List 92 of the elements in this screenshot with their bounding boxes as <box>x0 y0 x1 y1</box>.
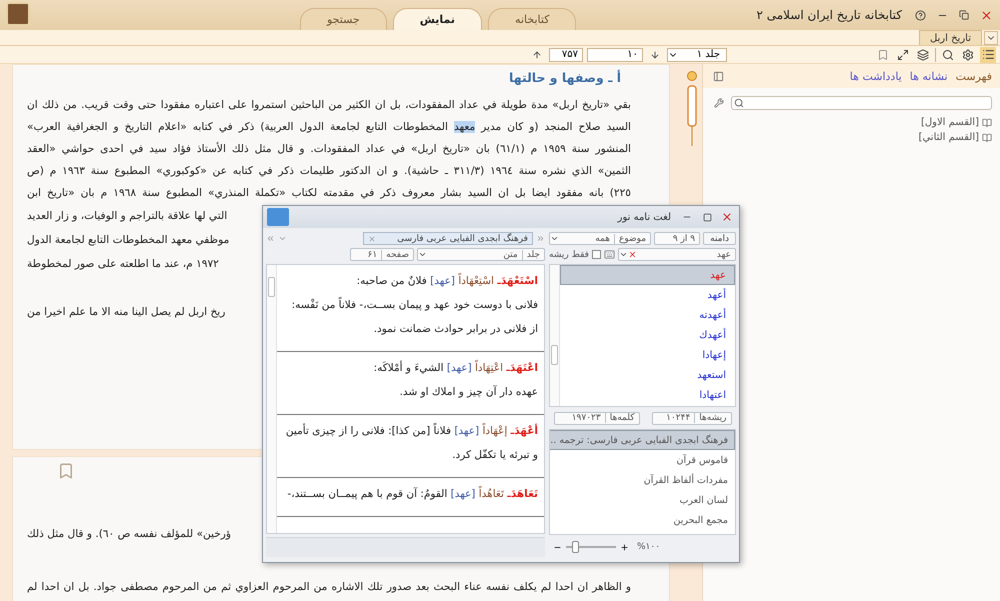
help-icon <box>914 10 926 20</box>
tree-item[interactable]: [القسم الثاني] <box>702 130 1000 145</box>
text-line: موظفي معهد المخطوطات التابع لجامعة الدول <box>27 233 230 248</box>
layers-button[interactable] <box>915 46 931 62</box>
tab-list-button[interactable] <box>984 31 998 45</box>
zoom-in-icon[interactable] <box>620 542 629 552</box>
maximize-icon <box>702 212 712 222</box>
text-line: بقي «تاريخ اربل» مدة طويلة في عداد المفقودات، بل ان الكثير من الباحثين استمروا على اعتباره مفقودا حتى وقت قريب. من ذلك ان <box>27 98 631 113</box>
dictionary-entry: اسْتَعْهَدَـ اسْتِعْهَاداً [عهد] فلانٌ من صاحبه: <box>356 272 538 289</box>
sidebar-tab[interactable]: یادداشت ها <box>850 70 902 82</box>
volume-dropdown[interactable]: جلد ۱ <box>667 48 727 62</box>
result-count: ۹ از ۹ <box>654 232 700 245</box>
text-line: ؤرخين» للمؤلف نفسه ص ٦٠). و قال مثل ذلك <box>27 527 231 542</box>
sidebar-tab[interactable]: فهرست <box>956 70 992 82</box>
wrench-icon <box>714 98 724 108</box>
text-line: المنشور سنة ١٩٥٩ م (٦١/١) بان «تاريخ اربل» في عداد المفقودات. و قال مثل ذلك الأستاذ فؤاد سيد في احدى حواشي «العقد <box>27 140 631 157</box>
arrow-up-icon <box>532 50 542 60</box>
topic-dropdown[interactable]: موضوع همه <box>549 232 652 245</box>
scope-button[interactable]: دامنه <box>703 232 736 245</box>
source-tab[interactable]: فرهنگ ابجدی الفبایی عربی فارسی <box>363 232 533 245</box>
section-heading: أ ـ وصفها و حالتها <box>508 70 622 87</box>
main-tab[interactable]: نمایش <box>392 8 482 30</box>
checkbox[interactable] <box>592 250 601 259</box>
source-item[interactable]: مفردات ألفاظ القرآن <box>550 470 735 490</box>
view-dropdown[interactable]: جلد متن <box>417 248 545 261</box>
text-line: ١٩٧٢ م، عند ما اطلعته على صور لمخطوطة <box>27 257 219 272</box>
text-line: ٢٢٥) بانه مفقود ايضا بل ان السيد بشار معروف ذكر في مقدمته لكتاب «تكملة المنذري» المطبوع سنة ١٩٦٨ م بان «تاريخ ابن <box>27 186 631 201</box>
text-line: و الظاهر ان احدا لم يكلف نفسه عناء البحث بعد صدور تلك الاشاره من المرحوم العزاوي ثم من المرحوم مصطفى جواد. بل ان احدا لم <box>27 580 631 595</box>
word-search-field[interactable]: عهد <box>618 248 736 261</box>
settings-icon <box>962 48 974 60</box>
search-icon <box>942 48 954 60</box>
entry-meaning: فلانى با دوست خود عهد و پیمان بســت،- فلاناً من نَفْسه: از فلانى در برابر حوادث ضمانت نمود. <box>290 296 538 337</box>
scrollbar[interactable] <box>267 265 277 533</box>
dictionary-entry: اعْتَهَدَـ اعْتِهَاداً [عهد] الشيءَ و أمْلاكَه: <box>283 356 538 380</box>
dictionary-entry: تَعَاهَدَـ تَعَاهُداً [عهد] القومُ: آن قوم با هم پیمــان بســتند،- <box>286 485 538 502</box>
tree-item[interactable]: [القسم الاول] <box>702 115 1000 130</box>
chevron-down-icon[interactable] <box>618 250 628 259</box>
close-icon <box>721 211 733 223</box>
page-field[interactable]: ۱۰ <box>587 48 643 62</box>
keyboard-icon[interactable] <box>604 249 615 260</box>
search-field[interactable] <box>730 96 992 110</box>
main-tab[interactable]: جستجو <box>300 8 387 30</box>
sidebar-tab[interactable]: نشانه ها <box>910 70 948 82</box>
words-count: کلمه‌ها ۱۹۷۰۲۳ <box>554 412 640 424</box>
restore-icon <box>959 10 969 20</box>
entry-meaning: عهده دار آن چیز و املاك او شد. <box>398 384 538 400</box>
main-tab[interactable]: کتابخانه <box>488 8 576 30</box>
scrollbar[interactable] <box>550 265 560 406</box>
text-line: الثمين» الذي نشره سنة ١٩٦٤ (٣١١/٣ ـ حاشية). و ان الدكتور طليمات ذكر في كتابه عن «كوكبوري» المطبوع سنة ١٩٦٣ م (ص <box>27 164 631 179</box>
word-item[interactable]: أعهدته <box>560 305 735 325</box>
source-item[interactable]: مجمع البحرين <box>550 510 735 530</box>
scroll-tabs-icon[interactable] <box>266 234 275 243</box>
layers-icon <box>917 48 929 60</box>
word-item[interactable]: أعهد <box>560 285 735 305</box>
total-pages-field: ۷۵۷ <box>549 48 583 62</box>
dropdown-icon[interactable] <box>278 234 287 243</box>
source-item[interactable]: لسان العرب <box>550 490 735 510</box>
book-icon <box>982 118 992 128</box>
source-item[interactable]: قاموس قرآن <box>550 450 735 470</box>
close-icon[interactable] <box>368 234 376 242</box>
expand-icon <box>897 48 909 60</box>
chevron-down-icon <box>550 234 559 243</box>
window-title: لغت نامه نور <box>618 212 671 222</box>
word-item[interactable]: أعهدك <box>560 325 735 345</box>
roots-count: ریشه‌ها ۱۰۲۴۴ <box>652 412 732 424</box>
app-logo <box>6 2 30 26</box>
document-tab[interactable]: تاریخ اربل <box>918 30 982 45</box>
word-item[interactable]: استعهد <box>560 365 735 385</box>
zoom-reading: %۱۰۰ <box>636 542 662 552</box>
page-field[interactable]: صفحه ۶۱ <box>350 248 414 261</box>
scroll-tabs-icon[interactable] <box>536 234 545 243</box>
text-line: ريخ اربل لم يصل الينا منه الا ما علم اخيرا من <box>27 305 226 320</box>
book-icon <box>982 132 992 142</box>
search-icon <box>734 98 744 108</box>
window-title: کتابخانه تاریخ ایران اسلامی ۲ <box>756 8 902 22</box>
list-icon <box>982 48 994 61</box>
arrow-down-icon <box>650 50 660 60</box>
bookmark-icon <box>877 48 889 60</box>
text-line: التي لها علاقة بالتراجم و الوفيات، و زار العديد <box>27 209 228 224</box>
app-logo <box>267 208 289 226</box>
settings-button[interactable] <box>960 46 976 62</box>
clear-icon[interactable] <box>628 250 637 259</box>
dictionary-entry: أعْهَدَـ إعْهَاداً [عهد] فلاناً [من كذا]: فلانى را از چیزى تأمین و تبرئه يا تكفّل كرد. <box>283 419 538 467</box>
close-icon <box>980 8 992 22</box>
word-item[interactable]: إعهادا <box>560 345 735 365</box>
panel-icon <box>713 70 724 82</box>
checkbox-label: فقط ریشه <box>549 250 589 260</box>
word-item[interactable]: اعتهادا <box>560 385 735 405</box>
text-line: السيد صلاح المنجد (و كان مدير معهد المخطوطات التابع لجامعة الدول العربية) ذكر في كتابه «اعلام التاريخ و الجغرافية العرب» <box>27 120 631 135</box>
source-item[interactable]: فرهنگ ابجدی الفبایی عربی فارسی: ترجمه ... <box>550 430 735 450</box>
list-button[interactable] <box>980 46 996 62</box>
chevron-down-icon <box>418 250 427 259</box>
